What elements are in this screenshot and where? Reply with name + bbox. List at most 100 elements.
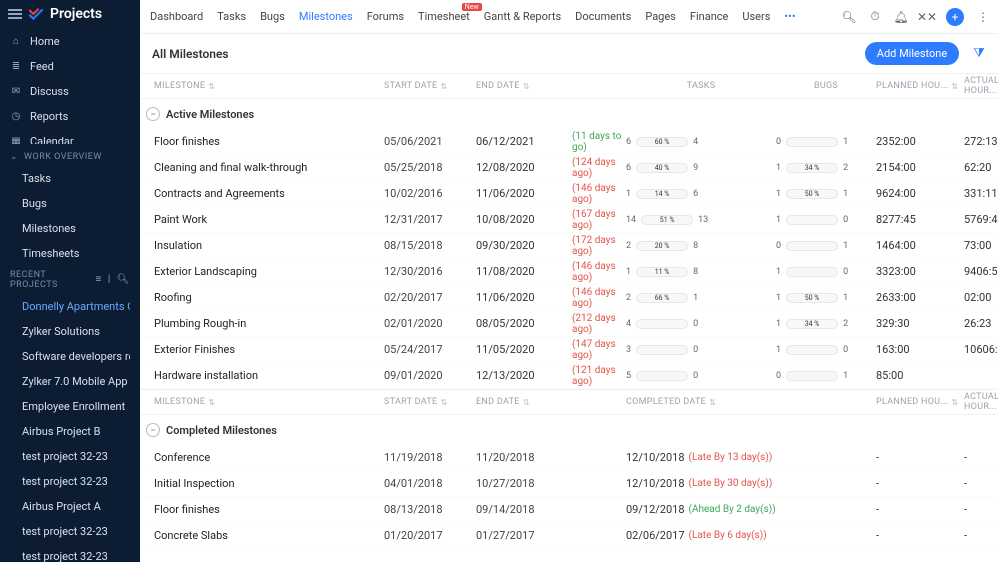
recent-project-item[interactable]: test project 32-23 [0,469,140,494]
col-start[interactable]: START DATE⇅ [384,397,476,407]
recent-project-item[interactable]: test project 32-23 [0,544,140,562]
milestone-row[interactable]: Concrete Slabs01/20/201701/27/201702/06/… [140,523,998,549]
planned-hours: - [876,503,964,516]
filter-icon[interactable]: ⧩ [969,46,989,61]
milestone-row[interactable]: Plumbing Rough-in02/01/202008/05/2020(21… [140,311,998,337]
tab-finance[interactable]: Finance [690,1,728,32]
col-milestone[interactable]: MILESTONE⇅ [154,81,384,91]
nav-calendar[interactable]: ▦Calendar [0,129,140,144]
col-bugs[interactable]: BUGS [776,81,876,91]
nav-timesheets[interactable]: Timesheets [0,241,140,262]
milestone-row[interactable]: Cleaning and final walk-through05/25/201… [140,155,998,181]
completed-note: (Late By 13 day(s)) [689,452,773,463]
tools-icon[interactable]: ✕✕ [920,10,934,24]
col-actual[interactable]: ACTUAL HOUR...⇅ [964,76,998,96]
recent-project-item[interactable]: Zylker 7.0 Mobile App [0,369,140,394]
tab-pages[interactable]: Pages [645,1,676,32]
list-icon[interactable]: ≡ [96,274,102,285]
milestone-row[interactable]: Roofing02/20/201711/06/2020(146 days ago… [140,285,998,311]
tabs-more[interactable]: ••• [784,1,795,32]
tab-bugs[interactable]: Bugs [260,1,285,32]
col-start[interactable]: START DATE⇅ [384,81,476,91]
milestone-row[interactable]: Floor finishes08/13/201809/14/201809/12/… [140,497,998,523]
timer-icon[interactable]: ⏱ [868,10,882,24]
recent-project-item[interactable]: Airbus Project B [0,419,140,444]
group-completed: – Completed Milestones [140,415,998,445]
recent-project-item[interactable]: Software developers re [0,344,140,369]
tab-tasks[interactable]: Tasks [217,1,246,32]
days-note: (146 days ago) [572,287,626,309]
col-milestone[interactable]: MILESTONE⇅ [154,397,384,407]
chevron-down-icon[interactable]: ⌄ [10,152,18,162]
col-completed[interactable]: COMPLETED DATE⇅ [626,397,876,407]
search-icon[interactable]: 🔍︎ [117,274,130,285]
milestone-row[interactable]: Contracts and Agreements10/02/201611/06/… [140,181,998,207]
add-milestone-button[interactable]: Add Milestone [865,42,959,65]
milestone-row[interactable]: Exterior Finishes05/24/201711/05/2020(14… [140,337,998,363]
nav-milestones[interactable]: Milestones [0,216,140,241]
milestone-row[interactable]: Exterior Landscaping12/30/201611/08/2020… [140,259,998,285]
topbar-more[interactable]: ⋮ [976,10,990,24]
tab-documents[interactable]: Documents [575,1,631,32]
milestone-row[interactable]: Paint Work12/31/201710/08/2020(167 days … [140,207,998,233]
column-headers: MILESTONE⇅ START DATE⇅ END DATE⇅ TASKS B… [140,73,998,99]
tab-gantt-reports[interactable]: Gantt & Reports [484,1,561,32]
col-tasks[interactable]: TASKS [626,81,776,91]
add-button[interactable]: + [946,8,964,26]
nav-reports[interactable]: ◷Reports [0,104,140,129]
nav-label: Discuss [30,85,69,98]
bugs-progress: 01 [776,371,848,381]
search-icon[interactable]: 🔍︎ [842,10,856,24]
start-date: 05/24/2017 [384,343,476,356]
tab-timesheet[interactable]: TimesheetNew [418,1,470,32]
end-date: 09/14/2018 [476,503,626,516]
main: Dashboard Tasks Bugs Milestones Forums Timesh… [140,0,998,562]
start-date: 08/13/2018 [384,503,476,516]
milestone-name: Cleaning and final walk-through [154,161,384,174]
milestone-row[interactable]: Hardware installation09/01/202012/13/202… [140,363,998,389]
col-end[interactable]: END DATE⇅ [476,81,568,91]
discuss-icon: ✉ [10,85,22,97]
completed-date: 12/10/2018 (Late By 30 day(s)) [626,477,876,490]
recent-project-item[interactable]: Airbus Project A [0,494,140,519]
col-planned[interactable]: PLANNED HOU...⇅ [876,81,964,91]
tab-forums[interactable]: Forums [367,1,404,32]
collapse-active-icon[interactable]: – [146,107,160,121]
col-planned[interactable]: PLANNED HOU...⇅ [876,397,964,407]
nav-discuss[interactable]: ✉ Discuss [0,79,140,104]
milestone-row[interactable]: Insulation08/15/201809/30/2020(172 days … [140,233,998,259]
end-date: 10/08/2020 [476,213,568,226]
recent-project-item[interactable]: test project 32-23 [0,444,140,469]
col-end[interactable]: END DATE⇅ [476,397,568,407]
column-headers-2: MILESTONE⇅ START DATE⇅ END DATE⇅ COMPLET… [140,389,998,415]
start-date: 12/31/2017 [384,213,476,226]
nav-label: Calendar [30,135,74,144]
collapse-completed-icon[interactable]: – [146,423,160,437]
planned-hours: 2633:00 [876,291,964,304]
end-date: 12/13/2020 [476,369,568,382]
recent-project-item[interactable]: Employee Enrollment [0,394,140,419]
milestone-name: Contracts and Agreements [154,187,384,200]
tab-dashboard[interactable]: Dashboard [150,1,203,32]
tab-milestones[interactable]: Milestones [299,1,353,32]
milestone-row[interactable]: Conference11/19/201811/20/201812/10/2018… [140,445,998,471]
milestone-row[interactable]: Initial Inspection04/01/201810/27/201812… [140,471,998,497]
nav-bugs[interactable]: Bugs [0,191,140,216]
page-title: All Milestones [152,47,229,61]
nav-home[interactable]: ⌂Home [0,29,140,54]
recent-project-item[interactable]: Zylker Solutions [0,319,140,344]
end-date: 11/20/2018 [476,451,626,464]
recent-project-item[interactable]: Donnelly Apartments C [0,294,140,319]
tab-users[interactable]: Users [742,1,770,32]
recent-project-item[interactable]: test project 32-23 [0,519,140,544]
milestone-row[interactable]: Floor finishes05/06/202106/12/2021(11 da… [140,129,998,155]
work-overview-title: WORK OVERVIEW [24,152,102,162]
tasks-progress: 660 %4 [626,137,698,147]
menu-toggle[interactable] [8,9,22,19]
nav-tasks[interactable]: Tasks [0,166,140,191]
nav-feed[interactable]: ≣Feed [0,54,140,79]
start-date: 11/19/2018 [384,451,476,464]
col-actual[interactable]: ACTUAL HOUR...⇅ [964,392,998,412]
start-date: 02/01/2020 [384,317,476,330]
bell-icon[interactable]: 🔔︎ [894,10,908,24]
